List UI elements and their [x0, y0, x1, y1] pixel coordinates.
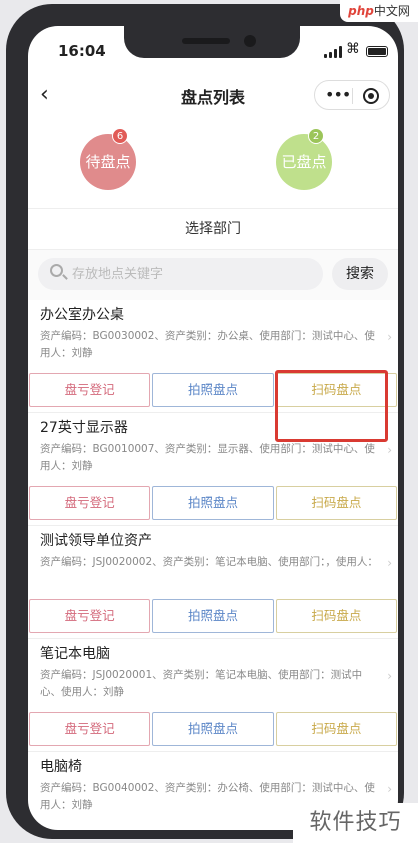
list-item[interactable]: 测试领导单位资产 资产编码：JSJ0020002、资产类别：笔记本电脑、使用部门… — [28, 526, 398, 639]
photo-inventory-button[interactable]: 拍照盘点 — [152, 712, 274, 746]
item-actions: 盘亏登记 拍照盘点 扫码盘点 — [28, 712, 398, 746]
phone-frame: 16:04 ⌘ ‹ 盘点列表 ••• 6 待盘点 2 已盘点 选择部门 存放地点… — [6, 4, 404, 839]
status-time: 16:04 — [58, 42, 106, 60]
site-watermark: php中文网 — [340, 0, 418, 22]
asset-name: 办公室办公桌 — [40, 307, 124, 323]
phone-notch — [124, 26, 300, 58]
item-actions: 盘亏登记 拍照盘点 扫码盘点 — [28, 599, 398, 633]
app-screen: 16:04 ⌘ ‹ 盘点列表 ••• 6 待盘点 2 已盘点 选择部门 存放地点… — [28, 26, 398, 830]
scan-inventory-button[interactable]: 扫码盘点 — [275, 486, 397, 520]
asset-name: 测试领导单位资产 — [40, 533, 152, 549]
chevron-right-icon: › — [387, 669, 392, 683]
photo-inventory-button[interactable]: 拍照盘点 — [152, 599, 274, 633]
pending-inventory-button[interactable]: 6 待盘点 — [80, 128, 136, 190]
close-target-icon[interactable] — [363, 88, 379, 104]
scan-inventory-button[interactable]: 扫码盘点 — [275, 599, 397, 633]
speaker-grille — [182, 38, 230, 44]
asset-name: 电脑椅 — [40, 759, 82, 775]
scan-button-highlight-box — [275, 370, 388, 442]
asset-name: 27英寸显示器 — [40, 420, 128, 436]
chevron-right-icon: › — [387, 782, 392, 796]
search-input[interactable] — [72, 264, 312, 284]
photo-inventory-button[interactable]: 拍照盘点 — [152, 373, 274, 407]
completed-count-badge: 2 — [308, 128, 324, 144]
wifi-icon: ⌘ — [346, 41, 360, 57]
pending-label: 待盘点 — [85, 153, 131, 171]
corner-watermark: 软件技巧 — [293, 803, 418, 843]
search-box[interactable] — [38, 258, 323, 290]
loss-register-button[interactable]: 盘亏登记 — [29, 712, 151, 746]
more-dots-icon[interactable]: ••• — [325, 85, 351, 104]
loss-register-button[interactable]: 盘亏登记 — [29, 373, 151, 407]
loss-register-button[interactable]: 盘亏登记 — [29, 599, 151, 633]
chevron-right-icon: › — [387, 556, 392, 570]
department-selector[interactable]: 选择部门 — [28, 208, 398, 250]
asset-info: 资产编码：BG0010007、资产类别：显示器、使用部门：测试中心、使用人：刘静 — [40, 443, 375, 472]
completed-label: 已盘点 — [281, 153, 327, 171]
mini-program-capsule[interactable]: ••• — [314, 80, 390, 110]
capsule-divider — [352, 88, 353, 104]
front-camera — [244, 35, 256, 47]
chevron-right-icon: › — [387, 330, 392, 344]
item-actions: 盘亏登记 拍照盘点 扫码盘点 — [28, 486, 398, 520]
list-item[interactable]: 笔记本电脑 资产编码：JSJ0020001、资产类别：笔记本电脑、使用部门：测试… — [28, 639, 398, 752]
search-icon — [50, 264, 63, 277]
scan-inventory-button[interactable]: 扫码盘点 — [275, 712, 397, 746]
battery-icon — [366, 46, 388, 57]
loss-register-button[interactable]: 盘亏登记 — [29, 486, 151, 520]
search-row: 搜索 — [28, 250, 398, 300]
completed-inventory-button[interactable]: 2 已盘点 — [276, 128, 332, 190]
photo-inventory-button[interactable]: 拍照盘点 — [152, 486, 274, 520]
asset-info: 资产编码：BG0030002、资产类别：办公桌、使用部门：测试中心、使用人：刘静 — [40, 330, 375, 359]
pending-count-badge: 6 — [112, 128, 128, 144]
search-button[interactable]: 搜索 — [332, 258, 388, 290]
asset-info: 资产编码：JSJ0020002、资产类别：笔记本电脑、使用部门：，使用人： — [40, 556, 378, 568]
asset-name: 笔记本电脑 — [40, 646, 110, 662]
asset-info: 资产编码：JSJ0020001、资产类别：笔记本电脑、使用部门：测试中心、使用人… — [40, 669, 363, 698]
status-bar: 16:04 ⌘ — [28, 26, 398, 74]
chevron-right-icon: › — [387, 443, 392, 457]
cellular-signal-icon — [324, 46, 342, 58]
navigation-bar: ‹ 盘点列表 ••• — [28, 74, 398, 118]
